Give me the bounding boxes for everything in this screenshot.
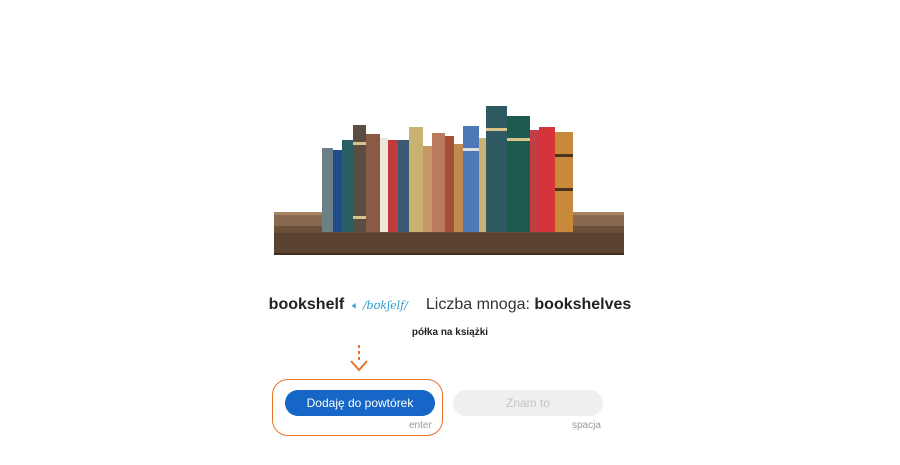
plural-value: bookshelves — [534, 296, 632, 313]
bookshelf-illustration — [274, 106, 624, 255]
word: bookshelf — [268, 296, 345, 313]
know-it-button[interactable]: Znam to — [453, 390, 603, 416]
plural-label: Liczba mnoga: — [425, 296, 530, 313]
plural-form: Liczba mnoga: bookshelves — [426, 296, 631, 314]
add-to-review-button[interactable]: Dodaję do powtórek — [285, 390, 435, 416]
arrow-down-icon — [350, 345, 368, 372]
enter-shortcut-hint: enter — [409, 420, 432, 431]
translation: półka na książki — [411, 327, 489, 338]
space-shortcut-hint: spacja — [572, 420, 601, 431]
word-row: bookshelf 🔈︎ /bʊkʃelf/ Liczba mnoga: boo… — [0, 296, 900, 314]
speaker-icon[interactable]: 🔈︎ — [352, 300, 359, 313]
pronunciation: /bʊkʃelf/ — [362, 299, 408, 312]
